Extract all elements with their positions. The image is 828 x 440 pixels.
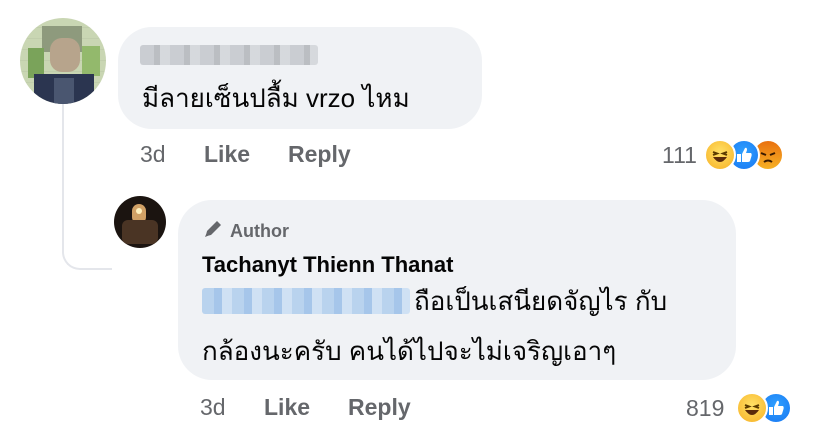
reply-reply-button[interactable]: Reply xyxy=(348,394,411,421)
author-badge-label: Author xyxy=(230,221,289,241)
reply-button[interactable]: Reply xyxy=(288,141,351,168)
reply-reaction-count[interactable]: 819 xyxy=(686,395,724,422)
haha-icon xyxy=(736,392,768,424)
reaction-count[interactable]: 111 xyxy=(662,142,697,169)
thread-connector-line xyxy=(62,104,112,270)
commenter-avatar[interactable] xyxy=(20,18,106,104)
comment-text: มีลายเซ็นปลื้ม vrzo ไหม xyxy=(142,83,410,113)
pencil-icon xyxy=(202,218,224,245)
reply-bubble: Author Tachanyt Thienn Thanat ถือเป็นเสน… xyxy=(178,200,736,380)
reply-text-line1: ถือเป็นเสนียดจัญไร กับ xyxy=(414,286,668,316)
like-button[interactable]: Like xyxy=(204,141,250,168)
author-name[interactable]: Tachanyt Thienn Thanat xyxy=(202,252,453,278)
reactions-summary[interactable] xyxy=(704,137,814,171)
author-avatar[interactable] xyxy=(114,196,166,248)
blurred-commenter-name[interactable] xyxy=(140,45,318,65)
reply-text-line2: กล้องนะครับ คนได้ไปจะไม่เจริญเอาๆ xyxy=(202,336,617,366)
blurred-mention[interactable] xyxy=(202,288,410,314)
reply-like-button[interactable]: Like xyxy=(264,394,310,421)
comment-timestamp[interactable]: 3d xyxy=(140,141,166,168)
reply-timestamp[interactable]: 3d xyxy=(200,394,226,421)
haha-icon xyxy=(704,139,736,171)
comment-bubble: มีลายเซ็นปลื้ม vrzo ไหม xyxy=(118,27,482,129)
reply-reactions-summary[interactable] xyxy=(736,390,816,424)
author-badge: Author xyxy=(202,218,289,245)
